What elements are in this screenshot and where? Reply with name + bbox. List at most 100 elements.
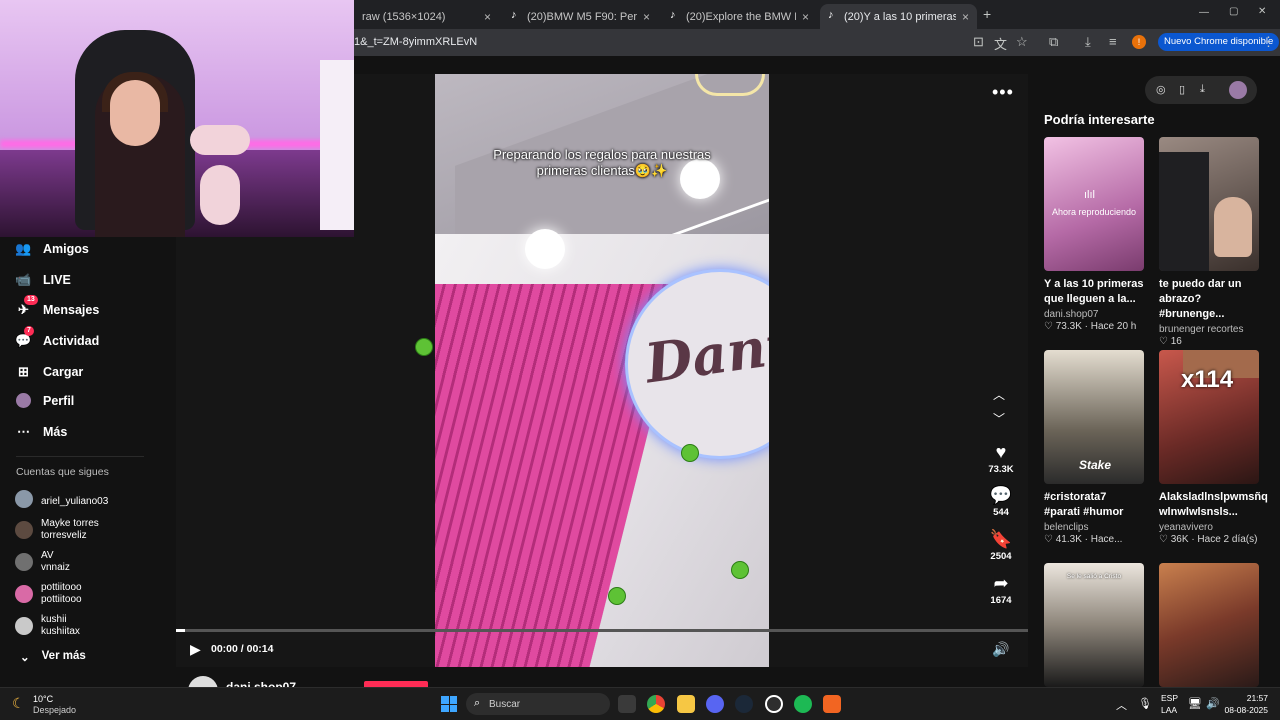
phone-icon[interactable]: ▯ bbox=[1179, 83, 1185, 96]
steam-icon[interactable] bbox=[735, 695, 753, 713]
live-icon: 📹 bbox=[15, 271, 32, 287]
volume-icon[interactable]: 🔊 bbox=[992, 641, 1009, 658]
sidebar-item-label: Más bbox=[43, 424, 68, 439]
card-user: dani.shop07 bbox=[1044, 309, 1099, 320]
bookmark-star-icon[interactable]: ☆ bbox=[1016, 34, 1028, 50]
weather-description[interactable]: Despejado bbox=[33, 705, 76, 715]
app-icon[interactable] bbox=[823, 695, 841, 713]
obs-icon[interactable] bbox=[765, 695, 783, 713]
emoji-sticker bbox=[681, 444, 699, 462]
close-tab-icon[interactable]: × bbox=[802, 10, 809, 24]
minimize-button[interactable]: — bbox=[1199, 7, 1209, 18]
compass-icon[interactable]: ◎ bbox=[1156, 83, 1166, 96]
caption-line: Preparando los regalos para nuestras bbox=[493, 147, 711, 162]
sidebar-item-live[interactable]: 📹 LIVE bbox=[15, 271, 70, 287]
url-input[interactable]: 1&_t=ZM-8yimmXRLEvN bbox=[354, 36, 477, 48]
next-video-button[interactable]: ﹀ bbox=[993, 410, 1005, 427]
share-icon: ➦ bbox=[993, 573, 1009, 593]
profile-avatar[interactable]: ! bbox=[1132, 35, 1146, 49]
recommended-video-card[interactable]: ılıl Ahora reproduciendo Y a las 10 prim… bbox=[1044, 137, 1144, 332]
see-more-button[interactable]: ⌄ Ver más bbox=[20, 650, 86, 664]
video-thumbnail[interactable]: Se le salió a Cristo bbox=[1044, 563, 1144, 687]
progress-bar[interactable] bbox=[176, 629, 1028, 632]
tab-current-video[interactable]: (20)Y a las 10 primeras que lleg × bbox=[820, 4, 977, 29]
clock-time[interactable]: 21:57 bbox=[1228, 693, 1268, 703]
file-explorer-icon[interactable] bbox=[677, 695, 695, 713]
download-icon[interactable]: ⤓ bbox=[1085, 34, 1091, 50]
comment-button[interactable]: 💬 544 bbox=[986, 485, 1016, 518]
sidebar-item-messages[interactable]: ✈ 13 Mensajes bbox=[16, 295, 99, 317]
like-count: 73.3K bbox=[988, 464, 1014, 475]
install-app-icon[interactable]: ⊡ bbox=[973, 34, 984, 50]
weather-moon-icon[interactable]: ☾ bbox=[12, 695, 25, 712]
following-account[interactable]: ariel_yuliano03 bbox=[15, 490, 108, 508]
following-account[interactable]: kushii kushiitax bbox=[15, 614, 80, 638]
sidebar-item-activity[interactable]: 💬 7 Actividad bbox=[15, 326, 100, 348]
close-tab-icon[interactable]: × bbox=[484, 10, 491, 24]
translate-icon[interactable]: 文 bbox=[994, 34, 1007, 53]
following-account[interactable]: Mayke torres torresveliz bbox=[15, 518, 99, 542]
volume-icon[interactable]: 🔊 bbox=[1206, 697, 1220, 710]
previous-video-button[interactable]: ︿ bbox=[993, 386, 1005, 403]
recommended-video-card[interactable]: x114 Alaksladlnslpwmsñq wlnwlwlsnsls... … bbox=[1159, 350, 1268, 545]
recommended-video-card[interactable]: Se le salió a Cristo bbox=[1044, 563, 1144, 687]
windows-start-button[interactable] bbox=[441, 696, 457, 712]
chrome-icon[interactable] bbox=[647, 695, 665, 713]
spotify-icon[interactable] bbox=[794, 695, 812, 713]
avatar[interactable] bbox=[1229, 81, 1247, 99]
task-view-icon[interactable] bbox=[618, 695, 636, 713]
discord-icon[interactable] bbox=[706, 695, 724, 713]
tab-label: (20)BMW M5 F90: Performance bbox=[527, 10, 637, 23]
following-account[interactable]: pottiitooo pottiitooo bbox=[15, 582, 82, 606]
tab-bmw-m5[interactable]: (20)BMW M5 F90: Performance × bbox=[503, 4, 658, 29]
clock-date[interactable]: 08-08-2025 bbox=[1220, 705, 1268, 715]
maximize-button[interactable]: ▢ bbox=[1229, 6, 1238, 17]
chevron-down-icon: ⌄ bbox=[20, 652, 30, 664]
search-placeholder[interactable]: Buscar bbox=[489, 699, 520, 710]
extensions-icon[interactable]: ⧉ bbox=[1049, 34, 1058, 50]
show-hidden-icons-icon[interactable]: ︿ bbox=[1116, 697, 1127, 713]
network-icon[interactable]: 🖥 bbox=[1188, 697, 1202, 710]
weather-temperature[interactable]: 10°C bbox=[33, 694, 53, 704]
chrome-menu-icon[interactable]: ⋮ bbox=[1262, 34, 1275, 50]
close-tab-icon[interactable]: × bbox=[962, 10, 969, 24]
new-tab-button[interactable]: + bbox=[983, 6, 991, 22]
activity-icon: 💬 7 bbox=[15, 326, 34, 348]
input-language-variant[interactable]: LAA bbox=[1161, 705, 1177, 715]
play-icon[interactable]: ▶ bbox=[190, 641, 201, 658]
sidebar-item-label: Actividad bbox=[43, 333, 100, 348]
tab-raw-image[interactable]: raw (1536×1024) × bbox=[354, 4, 499, 29]
recommended-video-card[interactable]: Stake #cristorata7 #parati #humor belenc… bbox=[1044, 350, 1144, 545]
video-thumbnail[interactable]: ılıl Ahora reproduciendo bbox=[1044, 137, 1144, 271]
see-more-label: Ver más bbox=[41, 650, 86, 662]
share-button[interactable]: ➦ 1674 bbox=[986, 573, 1016, 606]
more-options-icon[interactable]: ••• bbox=[992, 82, 1014, 103]
microphone-icon[interactable]: 🎙 bbox=[1138, 697, 1152, 710]
recommended-video-card[interactable]: te puedo dar un abrazo? #brunenge... bru… bbox=[1159, 137, 1259, 347]
card-meta: ♡ 16 bbox=[1159, 336, 1182, 347]
sidebar-item-more[interactable]: ⋯ Más bbox=[16, 424, 67, 439]
account-handle: torresveliz bbox=[41, 530, 87, 541]
save-button[interactable]: 🔖 2504 bbox=[986, 529, 1016, 562]
friends-icon: 👥 bbox=[15, 240, 32, 256]
close-window-button[interactable]: ✕ bbox=[1258, 6, 1266, 17]
tab-bmw-m4[interactable]: (20)Explore the BMW M4 and M × bbox=[662, 4, 817, 29]
video-thumbnail[interactable]: Stake bbox=[1044, 350, 1144, 484]
tab-label: (20)Y a las 10 primeras que lleg bbox=[844, 10, 956, 23]
messages-badge: 13 bbox=[24, 295, 38, 305]
sidebar-item-friends[interactable]: 👥 Amigos bbox=[15, 240, 88, 256]
like-button[interactable]: ♥ 73.3K bbox=[986, 442, 1016, 475]
taskbar-search[interactable] bbox=[466, 693, 610, 715]
video-thumbnail[interactable]: x114 bbox=[1159, 350, 1259, 484]
close-tab-icon[interactable]: × bbox=[643, 10, 650, 24]
sidebar-item-upload[interactable]: ⊞ Cargar bbox=[16, 364, 83, 379]
following-account[interactable]: AV vnnaiz bbox=[15, 550, 70, 574]
media-control-icon[interactable]: ≡ bbox=[1109, 34, 1117, 49]
recommended-video-card[interactable] bbox=[1159, 563, 1259, 687]
input-language[interactable]: ESP bbox=[1161, 693, 1178, 703]
video-thumbnail[interactable] bbox=[1159, 137, 1259, 271]
download-icon[interactable]: ⤓ bbox=[1200, 83, 1205, 96]
taskbar bbox=[0, 687, 1280, 720]
video-thumbnail[interactable] bbox=[1159, 563, 1259, 687]
sidebar-item-profile[interactable]: Perfil bbox=[16, 393, 74, 408]
